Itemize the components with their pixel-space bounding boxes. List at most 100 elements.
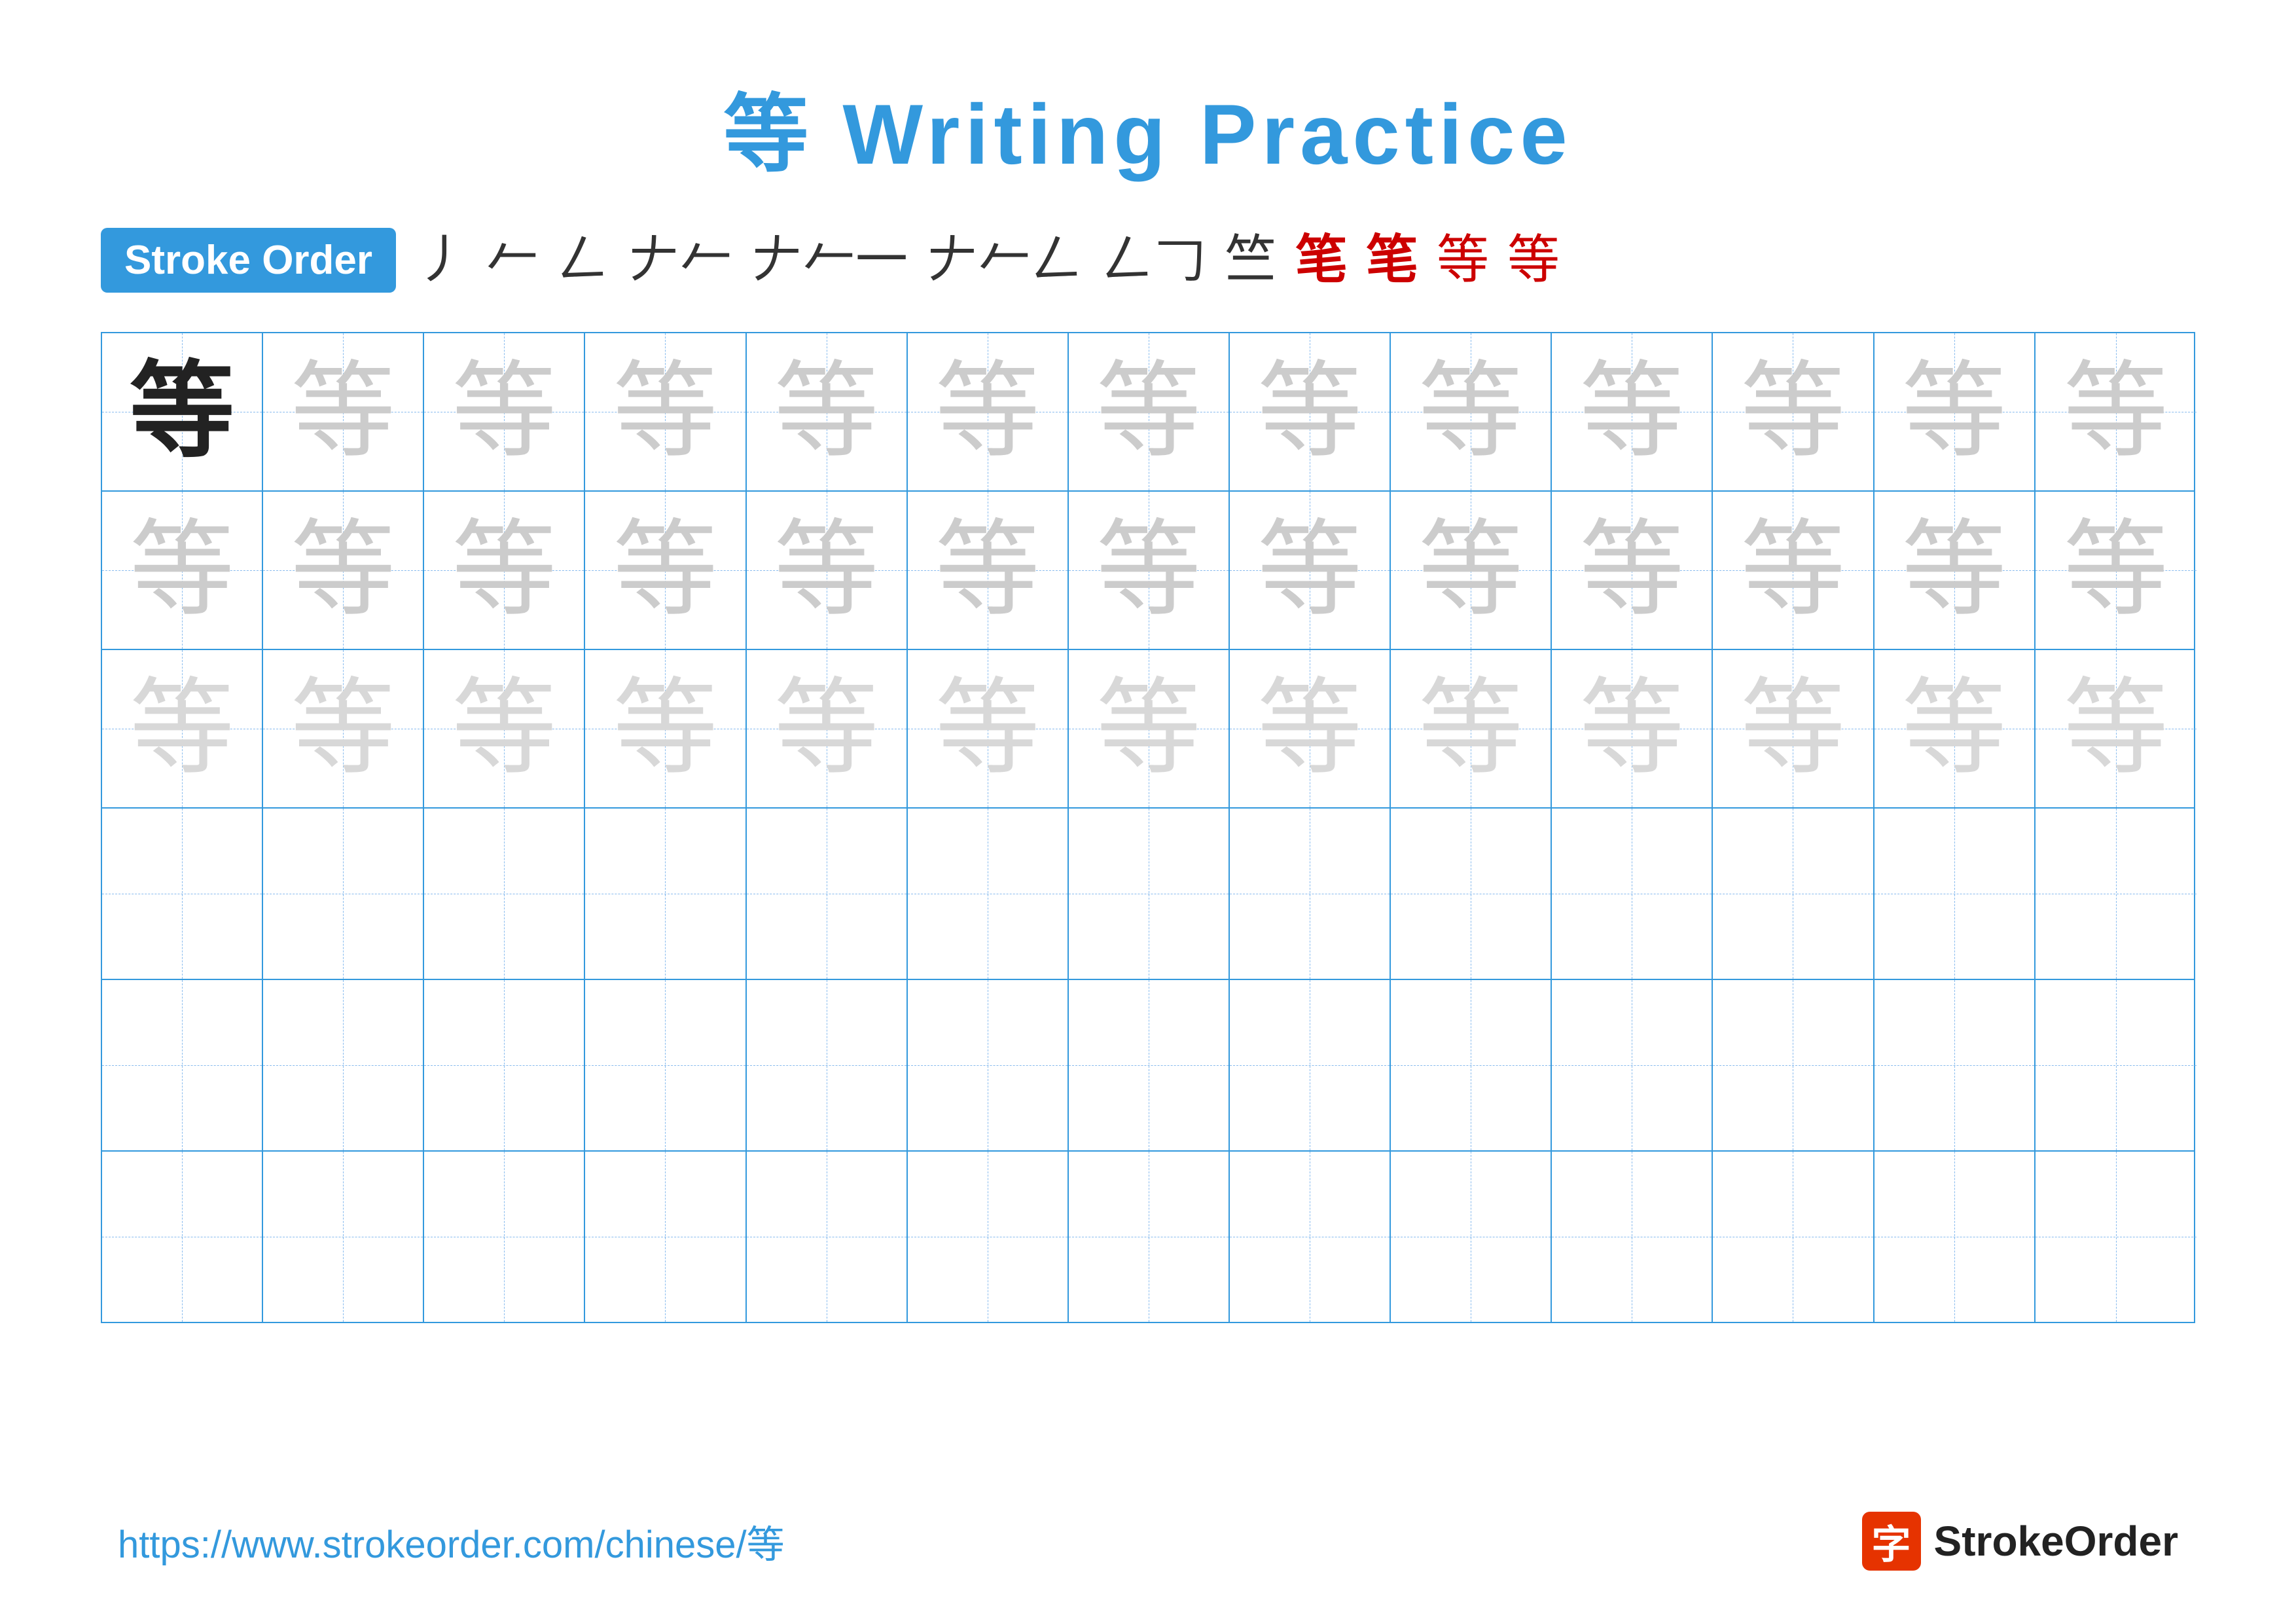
grid-cell-3-4[interactable]: 等 [585,650,746,807]
grid-cell-4-2[interactable] [263,809,424,979]
grid-cell-2-7[interactable]: 等 [1069,492,1230,649]
grid-cell-1-7[interactable]: 等 [1069,333,1230,490]
grid-cell-6-10[interactable] [1552,1152,1713,1322]
grid-cell-5-9[interactable] [1391,980,1552,1150]
grid-cell-6-6[interactable] [908,1152,1069,1322]
stroke-step-12: 等 [1507,234,1560,287]
stroke-step-6: 𠂇𠂉𠃋 [926,234,1083,287]
grid-cell-6-4[interactable] [585,1152,746,1322]
logo-icon: 字 [1862,1512,1921,1571]
grid-cell-1-13[interactable]: 等 [2036,333,2197,490]
grid-cell-4-5[interactable] [747,809,908,979]
title-text: Writing Practice [814,86,1572,182]
grid-cell-1-8[interactable]: 等 [1230,333,1391,490]
grid-cell-6-11[interactable] [1713,1152,1874,1322]
logo-text: StrokeOrder [1934,1517,2178,1565]
grid-cell-3-6[interactable]: 等 [908,650,1069,807]
stroke-step-8: 竺 [1225,234,1277,287]
grid-cell-2-3[interactable]: 等 [424,492,585,649]
grid-cell-1-12[interactable]: 等 [1874,333,2036,490]
grid-cell-3-3[interactable]: 等 [424,650,585,807]
grid-cell-1-3[interactable]: 等 [424,333,585,490]
grid-cell-5-13[interactable] [2036,980,2197,1150]
stroke-step-2: 𠂉 [486,234,539,287]
page: 等 Writing Practice Stroke Order 丿 𠂉 𠃋 𠂇𠂉… [0,0,2296,1623]
grid-cell-1-2[interactable]: 等 [263,333,424,490]
grid-cell-5-12[interactable] [1874,980,2036,1150]
grid-cell-3-8[interactable]: 等 [1230,650,1391,807]
grid-cell-3-5[interactable]: 等 [747,650,908,807]
grid-cell-2-8[interactable]: 等 [1230,492,1391,649]
grid-cell-5-11[interactable] [1713,980,1874,1150]
grid-cell-5-5[interactable] [747,980,908,1150]
grid-row-5 [102,980,2194,1152]
grid-cell-5-1[interactable] [102,980,263,1150]
grid-cell-2-13[interactable]: 等 [2036,492,2197,649]
grid-cell-1-5[interactable]: 等 [747,333,908,490]
grid-cell-6-8[interactable] [1230,1152,1391,1322]
grid-cell-6-2[interactable] [263,1152,424,1322]
grid-cell-4-6[interactable] [908,809,1069,979]
grid-cell-5-3[interactable] [424,980,585,1150]
page-title: 等 Writing Practice [723,65,1572,189]
grid-cell-1-6[interactable]: 等 [908,333,1069,490]
grid-cell-4-3[interactable] [424,809,585,979]
grid-cell-4-8[interactable] [1230,809,1391,979]
grid-cell-2-12[interactable]: 等 [1874,492,2036,649]
grid-cell-6-9[interactable] [1391,1152,1552,1322]
grid-cell-2-9[interactable]: 等 [1391,492,1552,649]
grid-cell-3-2[interactable]: 等 [263,650,424,807]
grid-cell-2-4[interactable]: 等 [585,492,746,649]
grid-cell-1-1[interactable]: 等 [102,333,263,490]
stroke-step-11: 等 [1437,234,1489,287]
grid-cell-4-10[interactable] [1552,809,1713,979]
stroke-step-10: 笔 [1366,234,1418,287]
grid-cell-4-12[interactable] [1874,809,2036,979]
grid-cell-4-11[interactable] [1713,809,1874,979]
grid-cell-6-7[interactable] [1069,1152,1230,1322]
grid-cell-4-4[interactable] [585,809,746,979]
grid-cell-3-7[interactable]: 等 [1069,650,1230,807]
stroke-order-badge: Stroke Order [101,228,396,293]
grid-cell-2-1[interactable]: 等 [102,492,263,649]
grid-cell-5-8[interactable] [1230,980,1391,1150]
grid-cell-2-11[interactable]: 等 [1713,492,1874,649]
grid-cell-5-4[interactable] [585,980,746,1150]
grid-cell-3-12[interactable]: 等 [1874,650,2036,807]
grid-cell-1-11[interactable]: 等 [1713,333,1874,490]
grid-cell-3-9[interactable]: 等 [1391,650,1552,807]
char-dark: 等 [130,359,234,464]
grid-cell-6-13[interactable] [2036,1152,2197,1322]
grid-cell-5-7[interactable] [1069,980,1230,1150]
grid-cell-3-10[interactable]: 等 [1552,650,1713,807]
grid-cell-4-7[interactable] [1069,809,1230,979]
stroke-order-row: Stroke Order 丿 𠂉 𠃋 𠂇𠂉 𠂇𠂉一 𠂇𠂉𠃋 𠃋𠃌 竺 笔 笔 等… [101,228,2195,293]
practice-grid: 等 等 等 等 等 等 等 等 等 等 等 等 等 等 等 等 等 等 等 等 … [101,332,2195,1323]
footer-logo: 字 StrokeOrder [1862,1512,2178,1571]
grid-cell-4-9[interactable] [1391,809,1552,979]
footer-url[interactable]: https://www.strokeorder.com/chinese/等 [118,1514,785,1569]
grid-cell-4-1[interactable] [102,809,263,979]
grid-cell-3-1[interactable]: 等 [102,650,263,807]
footer: https://www.strokeorder.com/chinese/等 字 … [0,1512,2296,1571]
grid-cell-5-6[interactable] [908,980,1069,1150]
grid-cell-1-4[interactable]: 等 [585,333,746,490]
grid-cell-6-1[interactable] [102,1152,263,1322]
grid-row-3: 等 等 等 等 等 等 等 等 等 等 等 等 等 [102,650,2194,809]
grid-cell-6-5[interactable] [747,1152,908,1322]
grid-cell-3-11[interactable]: 等 [1713,650,1874,807]
grid-cell-1-10[interactable]: 等 [1552,333,1713,490]
grid-cell-2-5[interactable]: 等 [747,492,908,649]
grid-cell-6-12[interactable] [1874,1152,2036,1322]
grid-cell-4-13[interactable] [2036,809,2197,979]
grid-cell-5-2[interactable] [263,980,424,1150]
grid-cell-3-13[interactable]: 等 [2036,650,2197,807]
grid-cell-2-10[interactable]: 等 [1552,492,1713,649]
stroke-steps: 丿 𠂉 𠃋 𠂇𠂉 𠂇𠂉一 𠂇𠂉𠃋 𠃋𠃌 竺 笔 笔 等 等 [416,234,1560,287]
grid-cell-1-9[interactable]: 等 [1391,333,1552,490]
grid-cell-2-2[interactable]: 等 [263,492,424,649]
grid-cell-2-6[interactable]: 等 [908,492,1069,649]
grid-cell-5-10[interactable] [1552,980,1713,1150]
grid-cell-6-3[interactable] [424,1152,585,1322]
grid-row-1: 等 等 等 等 等 等 等 等 等 等 等 等 等 [102,333,2194,492]
